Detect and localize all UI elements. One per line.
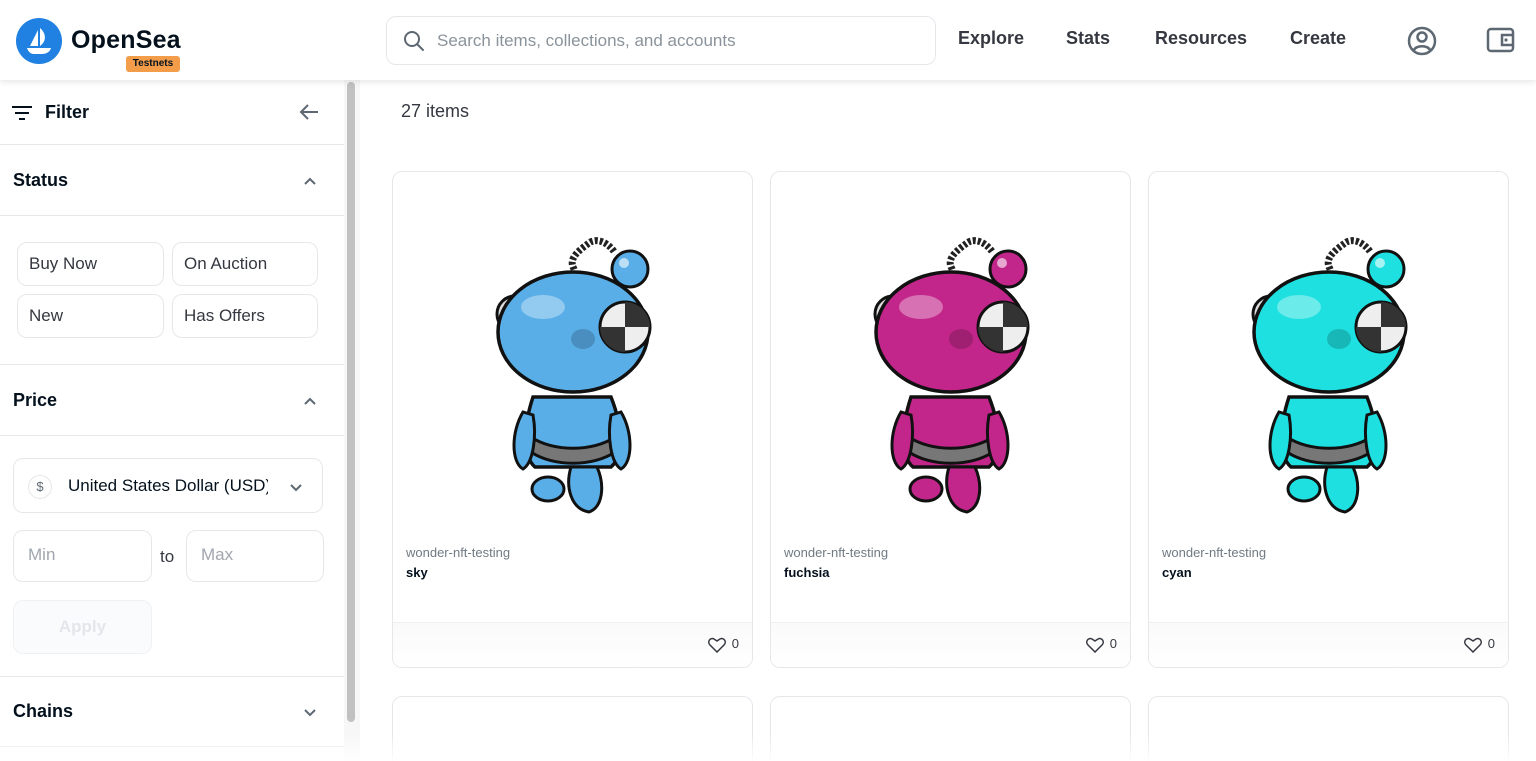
favorite-button[interactable]: 0 xyxy=(707,636,739,653)
bottom-fade xyxy=(0,735,1536,761)
wallet-icon[interactable] xyxy=(1485,24,1517,56)
nft-collection-name[interactable]: wonder-nft-testing xyxy=(406,545,510,560)
card-footer: 0 xyxy=(393,622,752,667)
nft-item-name: fuchsia xyxy=(784,565,830,580)
nft-item-name: cyan xyxy=(1162,565,1192,580)
favorite-button[interactable]: 0 xyxy=(1085,636,1117,653)
card-footer: 0 xyxy=(1149,622,1508,667)
filter-label: Filter xyxy=(45,102,90,122)
price-min-input[interactable] xyxy=(28,545,138,565)
top-header: OpenSea Testnets Explore Stats Resources… xyxy=(0,0,1536,80)
chevron-down-icon[interactable] xyxy=(302,704,318,720)
search-input[interactable] xyxy=(437,29,917,53)
nft-card[interactable]: wonder-nft-testing cyan 0 xyxy=(1148,171,1509,668)
status-has-offers[interactable]: Has Offers xyxy=(172,294,318,338)
currency-value: United States Dollar (USD) xyxy=(68,476,268,495)
nav-resources[interactable]: Resources xyxy=(1155,28,1247,49)
currency-select[interactable]: $ United States Dollar (USD) xyxy=(13,458,323,513)
heart-icon xyxy=(1463,637,1482,653)
card-footer: 0 xyxy=(771,622,1130,667)
favorite-count: 0 xyxy=(731,636,739,651)
nav-create[interactable]: Create xyxy=(1290,28,1346,49)
search-icon xyxy=(404,31,424,51)
sidebar-scrollbar[interactable] xyxy=(347,82,355,722)
nft-collection-name[interactable]: wonder-nft-testing xyxy=(1162,545,1266,560)
robot-nft-icon xyxy=(495,237,652,514)
status-on-auction[interactable]: On Auction xyxy=(172,242,318,286)
filter-sidebar: Filter Status Buy Now On Auction New Has… xyxy=(0,80,346,761)
status-section-header[interactable]: Status xyxy=(0,145,346,216)
price-max-field[interactable] xyxy=(186,530,324,582)
nft-collection-name[interactable]: wonder-nft-testing xyxy=(784,545,888,560)
chevron-up-icon[interactable] xyxy=(302,173,318,189)
search-box[interactable] xyxy=(386,16,936,65)
nft-image xyxy=(1149,172,1508,527)
nft-image xyxy=(771,172,1130,527)
chains-title: Chains xyxy=(13,701,74,721)
nft-card[interactable]: wonder-nft-testing fuchsia 0 xyxy=(770,171,1131,668)
nav-explore[interactable]: Explore xyxy=(958,28,1024,49)
nft-card[interactable]: wonder-nft-testing sky 0 xyxy=(392,171,753,668)
nft-item-name: sky xyxy=(406,565,428,580)
nav-stats[interactable]: Stats xyxy=(1066,28,1110,49)
price-min-field[interactable] xyxy=(13,530,152,582)
price-max-input[interactable] xyxy=(201,545,311,565)
opensea-logo-icon[interactable] xyxy=(16,18,62,64)
collapse-arrow-icon[interactable] xyxy=(298,101,320,123)
heart-icon xyxy=(1085,637,1104,653)
nft-image xyxy=(393,172,752,527)
item-count: 27 items xyxy=(401,101,470,121)
robot-nft-icon xyxy=(1251,237,1408,514)
apply-button[interactable]: Apply xyxy=(13,600,152,654)
favorite-count: 0 xyxy=(1109,636,1117,651)
chevron-up-icon[interactable] xyxy=(302,393,318,409)
status-new[interactable]: New xyxy=(17,294,164,338)
brand-name[interactable]: OpenSea xyxy=(71,26,181,55)
testnets-badge: Testnets xyxy=(126,56,180,72)
status-buy-now[interactable]: Buy Now xyxy=(17,242,164,286)
profile-icon[interactable] xyxy=(1405,24,1439,58)
filter-icon xyxy=(12,106,32,120)
favorite-count: 0 xyxy=(1487,636,1495,651)
price-to-label: to xyxy=(160,547,175,566)
filter-header: Filter xyxy=(0,80,346,145)
status-options: Buy Now On Auction New Has Offers xyxy=(0,216,346,365)
price-options: $ United States Dollar (USD) to Apply xyxy=(0,436,346,677)
favorite-button[interactable]: 0 xyxy=(1463,636,1495,653)
status-title: Status xyxy=(13,170,69,190)
currency-symbol: $ xyxy=(28,475,52,499)
price-section-header[interactable]: Price xyxy=(0,365,346,436)
robot-nft-icon xyxy=(873,237,1030,514)
heart-icon xyxy=(707,637,726,653)
price-title: Price xyxy=(13,390,58,410)
chevron-down-icon xyxy=(290,484,302,492)
